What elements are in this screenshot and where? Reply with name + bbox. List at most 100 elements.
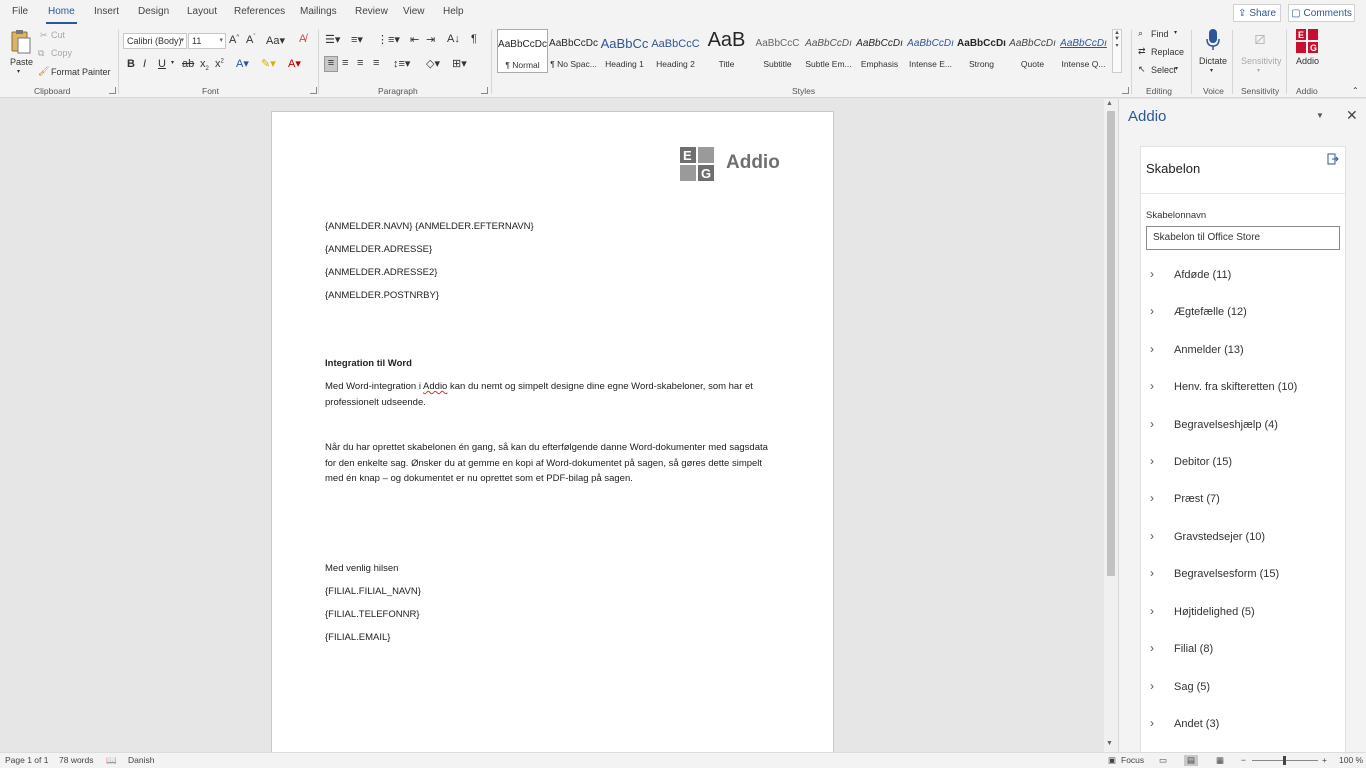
superscript-icon[interactable]: x2 [215,58,224,70]
web-layout-icon[interactable]: ▦ [1216,755,1224,766]
font-color-icon[interactable]: A▾ [288,57,301,70]
language-indicator[interactable]: Danish [128,755,154,765]
copy-button[interactable]: Copy [51,48,72,58]
chevron-down-icon[interactable]: ▾ [1175,65,1178,72]
addio-logo-icon[interactable]: EG [1295,28,1319,54]
line-spacing-icon[interactable]: ↕≡▾ [393,57,410,70]
show-formatting-icon[interactable]: ¶ [471,33,477,45]
replace-button[interactable]: Replace [1151,47,1184,57]
addio-button[interactable]: Addio [1296,56,1319,66]
page-count[interactable]: Page 1 of 1 [5,755,48,765]
styles-gallery-scroll[interactable]: ▲ ▼ ▾ [1112,29,1122,73]
tab-references[interactable]: References [234,6,285,17]
underline-icon[interactable]: U [158,58,166,70]
numbering-icon[interactable]: ≡▾ [351,33,363,46]
dictate-button[interactable]: Dictate [1199,56,1227,66]
paste-icon[interactable] [10,29,32,55]
style-normal[interactable]: AaBbCcDc ¶ Normal [497,29,548,73]
style-intense-quote[interactable]: AaBbCcDı Intense Q... [1058,29,1109,73]
style-emphasis[interactable]: AaBbCcDı Emphasis [854,29,905,73]
category-begravelsesform[interactable]: › Begravelsesform (15) [1141,566,1347,596]
read-mode-icon[interactable]: ▭ [1159,755,1167,766]
style-intense-emphasis[interactable]: AaBbCcDı Intense E... [905,29,956,73]
category-begravelseshjaelp[interactable]: › Begravelseshjælp (4) [1141,417,1347,447]
paste-label[interactable]: Paste [10,57,33,67]
shrink-font-icon[interactable]: Aˇ [246,34,255,46]
format-painter-button[interactable]: Format Painter [51,67,111,77]
grow-font-icon[interactable]: A^ [229,34,239,46]
select-button[interactable]: Select [1151,65,1176,75]
decrease-indent-icon[interactable]: ⇤ [410,33,419,46]
style-subtle-emphasis[interactable]: AaBbCcDı Subtle Em... [803,29,854,73]
change-case-icon[interactable]: Aa▾ [266,34,285,47]
zoom-in-icon[interactable]: + [1322,755,1327,765]
document-scrollbar[interactable]: ▲ ▼ [1104,99,1118,752]
zoom-level[interactable]: 100 % [1339,755,1363,765]
tab-layout[interactable]: Layout [187,6,217,17]
highlight-icon[interactable]: ✎▾ [261,57,276,70]
category-filial[interactable]: › Filial (8) [1141,641,1347,671]
pane-options-icon[interactable]: ▼ [1316,111,1324,120]
styles-launcher-icon[interactable] [1122,87,1129,94]
zoom-out-icon[interactable]: − [1241,755,1246,765]
style-heading-2[interactable]: AaBbCcC Heading 2 [650,29,701,73]
print-layout-icon[interactable]: ▤ [1184,755,1199,766]
align-center-icon[interactable]: ≡ [342,57,348,69]
tab-help[interactable]: Help [443,6,464,17]
sort-icon[interactable]: A↓ [447,33,460,45]
find-button[interactable]: Find [1151,29,1169,39]
bullets-icon[interactable]: ☰▾ [325,33,340,46]
category-anmelder[interactable]: › Anmelder (13) [1141,342,1347,372]
template-name-input[interactable]: Skabelon til Office Store [1146,226,1340,250]
clear-formatting-icon[interactable]: A̸ [299,33,306,45]
align-left-icon[interactable]: ≡ [324,56,338,72]
tab-view[interactable]: View [403,6,425,17]
chevron-down-icon[interactable]: ▾ [1210,67,1213,74]
proofing-icon[interactable]: 📖 [106,755,117,766]
tab-design[interactable]: Design [138,6,169,17]
bold-icon[interactable]: B [127,58,135,70]
close-icon[interactable]: ✕ [1346,107,1358,124]
text-effects-icon[interactable]: A▾ [236,57,249,70]
clipboard-launcher-icon[interactable] [109,87,116,94]
increase-indent-icon[interactable]: ⇥ [426,33,435,46]
font-launcher-icon[interactable] [310,87,317,94]
style-strong[interactable]: AaBbCcDı Strong [956,29,1007,73]
category-andet[interactable]: › Andet (3) [1141,716,1347,746]
category-praest[interactable]: › Præst (7) [1141,491,1347,521]
share-button[interactable]: ⇪ Share [1233,4,1281,22]
category-sag[interactable]: › Sag (5) [1141,679,1347,709]
microphone-icon[interactable] [1204,28,1222,52]
category-afdoede[interactable]: › Afdøde (11) [1141,267,1347,297]
multilevel-list-icon[interactable]: ⋮≡▾ [377,33,400,46]
strikethrough-icon[interactable]: ab [182,58,194,70]
style-title[interactable]: AaB Title [701,29,752,73]
tab-home[interactable]: Home [46,6,77,24]
shading-icon[interactable]: ◇▾ [426,57,440,70]
font-size-combo[interactable]: 11 ▾ [188,33,226,49]
tab-insert[interactable]: Insert [94,6,119,17]
category-gravstedsejer[interactable]: › Gravstedsejer (10) [1141,529,1347,559]
chevron-down-icon[interactable]: ▾ [1174,29,1177,36]
tab-review[interactable]: Review [355,6,388,17]
collapse-ribbon-icon[interactable]: ⌃ [1352,86,1359,95]
tab-file[interactable]: File [12,6,28,17]
category-hoejtidelighed[interactable]: › Højtidelighed (5) [1141,604,1347,634]
style-subtitle[interactable]: AaBbCcC Subtitle [752,29,803,73]
style-quote[interactable]: AaBbCcDı Quote [1007,29,1058,73]
scrollbar-thumb[interactable] [1107,111,1115,576]
tab-mailings[interactable]: Mailings [300,6,337,17]
comments-button[interactable]: ▢ Comments [1288,4,1355,22]
focus-mode-button[interactable]: Focus [1121,755,1144,765]
style-no-spacing[interactable]: AaBbCcDc ¶ No Spac... [548,29,599,73]
borders-icon[interactable]: ⊞▾ [452,57,467,70]
chevron-down-icon[interactable]: ▾ [171,59,174,66]
scroll-down-icon[interactable]: ▼ [1106,740,1113,747]
category-debitor[interactable]: › Debitor (15) [1141,454,1347,484]
category-aegtefaelle[interactable]: › Ægtefælle (12) [1141,304,1347,334]
font-name-combo[interactable]: Calibri (Body) ▾ [123,33,187,49]
paragraph-launcher-icon[interactable] [481,87,488,94]
cut-button[interactable]: Cut [51,30,65,40]
paste-dropdown-icon[interactable]: ▾ [17,68,20,75]
subscript-icon[interactable]: x2 [200,58,209,72]
